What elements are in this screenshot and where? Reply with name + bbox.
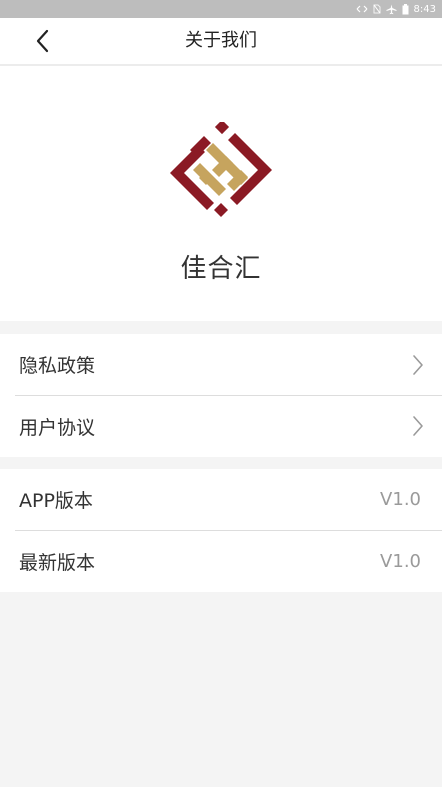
- status-bar: 8:43: [0, 0, 442, 18]
- app-logo: [170, 122, 272, 217]
- battery-icon: [402, 3, 409, 14]
- no-sim-icon: [373, 4, 381, 14]
- privacy-policy-label: 隐私政策: [19, 355, 96, 377]
- app-version-label: APP版本: [19, 490, 93, 512]
- data-arrows-icon: [356, 5, 367, 13]
- user-agreement-row[interactable]: 用户协议: [15, 395, 442, 456]
- latest-version-label: 最新版本: [19, 551, 96, 574]
- chevron-right-icon: [413, 416, 423, 436]
- app-name: 佳合汇: [180, 254, 262, 284]
- chevron-left-icon: [36, 29, 49, 53]
- back-button[interactable]: [28, 26, 58, 56]
- status-icons: 8:43: [356, 0, 436, 18]
- status-time: 8:43: [413, 3, 436, 15]
- version-group: APP版本 V1.0 最新版本 V1.0: [0, 469, 442, 592]
- user-agreement-label: 用户协议: [19, 416, 96, 439]
- chevron-right-icon: [413, 354, 423, 375]
- latest-version-row[interactable]: 最新版本 V1.0: [15, 530, 442, 591]
- links-group: 隐私政策 用户协议: [0, 334, 442, 457]
- app-version-value: V1.0: [380, 489, 421, 510]
- page-title: 关于我们: [185, 30, 257, 51]
- app-version-row: APP版本 V1.0: [0, 469, 442, 530]
- airplane-icon: [386, 4, 397, 14]
- privacy-policy-row[interactable]: 隐私政策: [0, 334, 442, 395]
- nav-bar: 关于我们: [0, 18, 442, 66]
- about-header: 佳合汇: [0, 66, 442, 321]
- latest-version-value: V1.0: [380, 550, 421, 572]
